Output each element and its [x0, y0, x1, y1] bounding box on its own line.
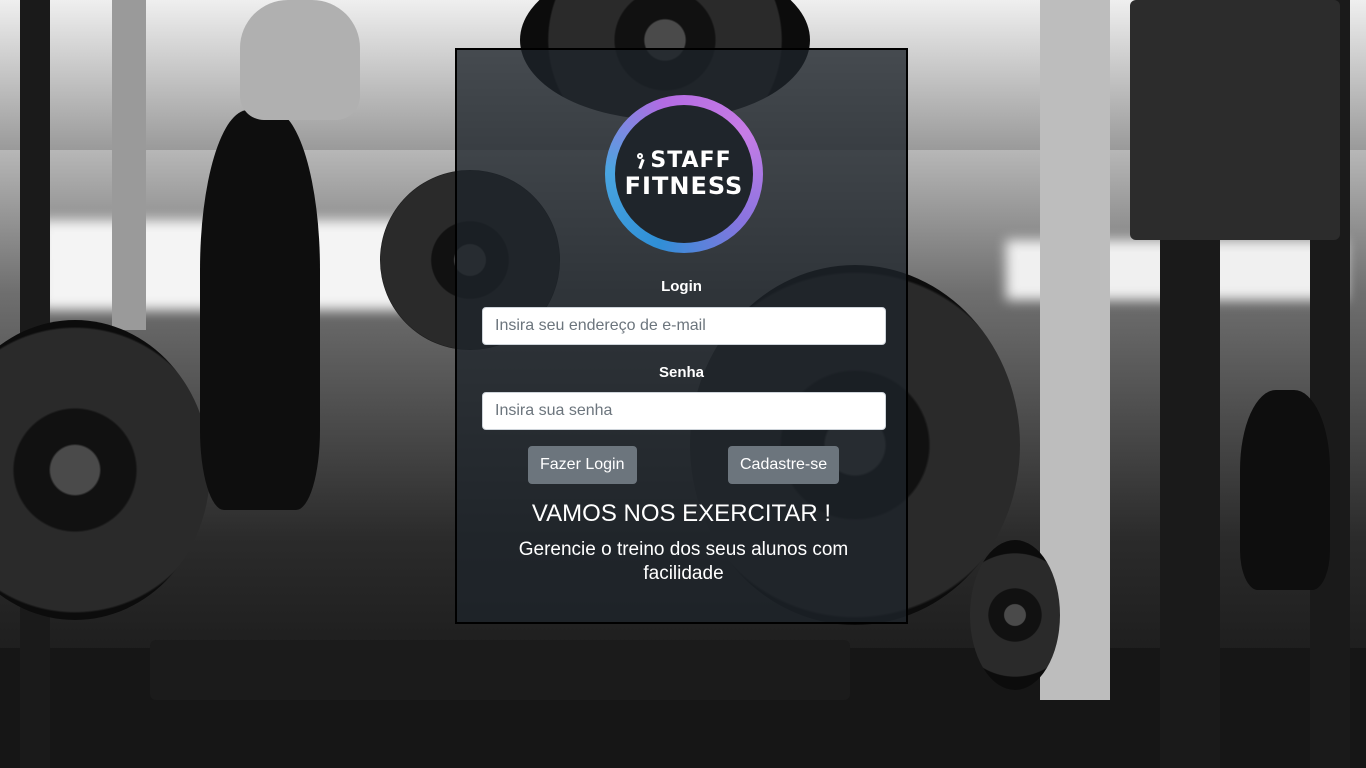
- logo-text-line1: STAFF: [650, 148, 732, 173]
- subheadline: Gerencie o treino dos seus alunos com fa…: [518, 539, 849, 584]
- dumbbell-icon: [636, 153, 648, 169]
- login-button[interactable]: Fazer Login: [528, 446, 637, 484]
- password-field[interactable]: [482, 392, 886, 430]
- headline: VAMOS NOS EXERCITAR !: [531, 500, 832, 527]
- email-label: Login: [661, 278, 702, 295]
- logo-text-line2: FITNESS: [624, 172, 744, 200]
- login-card: STAFF FITNESS Login Senha Fazer Login Ca…: [455, 48, 908, 624]
- signup-button[interactable]: Cadastre-se: [728, 446, 840, 484]
- password-label: Senha: [658, 364, 704, 381]
- email-field[interactable]: [482, 307, 886, 345]
- staff-fitness-logo: STAFF FITNESS: [605, 95, 763, 253]
